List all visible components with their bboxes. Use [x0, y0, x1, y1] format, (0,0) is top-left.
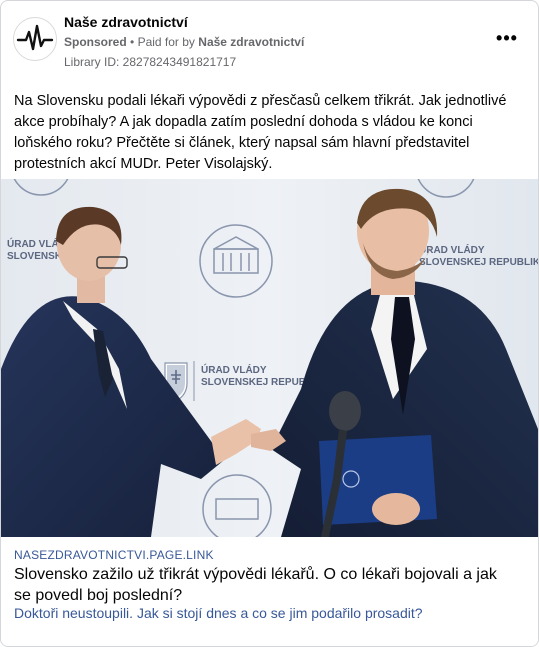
sponsored-label: Sponsored [64, 35, 127, 49]
link-description[interactable]: Doktoři neustoupili. Jak si stojí dnes a… [14, 604, 529, 622]
link-preview[interactable]: NASEZDRAVOTNICTVI.PAGE.LINK Slovensko za… [1, 537, 538, 646]
ad-card: Naše zdravotnictví Sponsored • Paid for … [0, 0, 539, 647]
paid-for-name[interactable]: Naše zdravotnictví [198, 35, 304, 49]
more-options-button[interactable]: ••• [495, 29, 519, 51]
ad-header: Naše zdravotnictví Sponsored • Paid for … [1, 1, 538, 75]
meta-separator: • [130, 35, 138, 49]
library-id: Library ID: 28278243491821717 [64, 55, 237, 69]
sponsored-meta: Sponsored • Paid for by Naše zdravotnict… [64, 35, 304, 49]
advertiser-avatar[interactable] [13, 17, 57, 61]
paid-for-prefix: Paid for by [137, 35, 195, 49]
handshake-photo: ÚRAD VLÁDY SLOVENSKEJ ÚRAD VLÁDY SLOVENS… [1, 179, 538, 537]
backdrop-text-right-2: SLOVENSKEJ REPUBLIKY [419, 257, 538, 268]
link-domain[interactable]: NASEZDRAVOTNICTVI.PAGE.LINK [14, 548, 214, 562]
backdrop-text-right-1: ÚRAD VLÁDY [419, 243, 485, 256]
ad-image[interactable]: ÚRAD VLÁDY SLOVENSKEJ ÚRAD VLÁDY SLOVENS… [1, 179, 538, 537]
post-text: Na Slovensku podali lékaři výpovědi z př… [14, 93, 507, 172]
advertiser-name[interactable]: Naše zdravotnictví [64, 14, 188, 30]
link-headline[interactable]: Slovensko zažilo už třikrát výpovědi lék… [14, 564, 514, 606]
heartbeat-line-icon [16, 24, 54, 51]
backdrop-text-center-1: ÚRAD VLÁDY [201, 363, 267, 376]
